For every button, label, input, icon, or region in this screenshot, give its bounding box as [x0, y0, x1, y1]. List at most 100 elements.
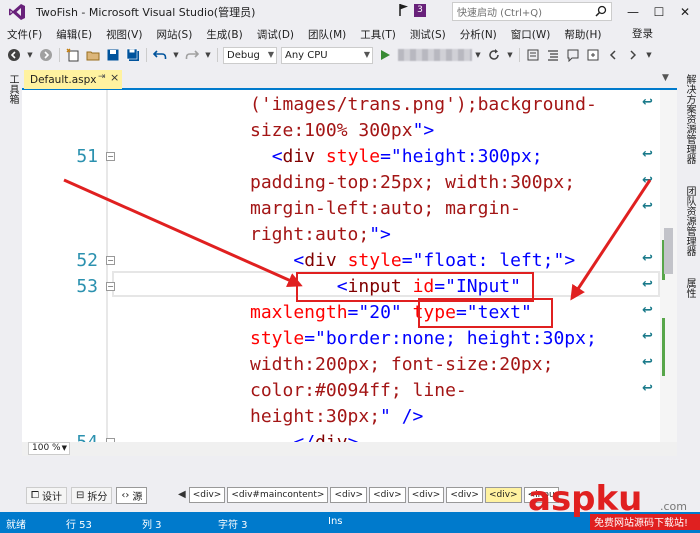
maximize-icon: ☐: [653, 5, 665, 19]
menu-help[interactable]: 帮助(H): [557, 27, 608, 42]
code-line[interactable]: width:200px; font-size:20px;: [250, 352, 553, 378]
source-view-button[interactable]: ‹› 源: [116, 486, 148, 504]
menu-view[interactable]: 视图(V): [99, 27, 149, 42]
comment-icon[interactable]: [565, 47, 581, 63]
chevron-down-icon[interactable]: ▼: [662, 73, 669, 83]
fold-toggle-icon[interactable]: −: [106, 282, 115, 291]
format-icon[interactable]: [545, 47, 561, 63]
menu-test[interactable]: 测试(S): [403, 27, 453, 42]
pin-icon[interactable]: ⇥: [98, 72, 106, 82]
tab-default-aspx[interactable]: Default.aspx ⇥ ×: [24, 70, 122, 89]
menu-edit[interactable]: 编辑(E): [49, 27, 99, 42]
code-line[interactable]: <div style="height:300px;: [250, 144, 543, 170]
undo-icon[interactable]: [152, 47, 168, 63]
breadcrumb-left-icon[interactable]: ◀: [178, 487, 186, 503]
code-line[interactable]: style="border:none; height:30px;: [250, 326, 597, 352]
team-explorer-tab[interactable]: 团队资源管理器: [682, 186, 697, 256]
quick-launch-placeholder: 快速启动 (Ctrl+Q): [457, 8, 543, 19]
menu-tools[interactable]: 工具(T): [353, 27, 403, 42]
svg-text:免费网站源码下载站!: 免费网站源码下载站!: [594, 516, 688, 529]
back-icon[interactable]: [6, 47, 22, 63]
code-line[interactable]: height:30px;" />: [250, 404, 423, 430]
breadcrumb-tag[interactable]: <div#maincontent>: [227, 487, 329, 503]
dropdown-arrow-icon[interactable]: ▼: [204, 47, 212, 63]
close-window-button[interactable]: ✕: [674, 2, 696, 22]
menu-window[interactable]: 窗口(W): [504, 27, 558, 42]
zoom-select[interactable]: 100 % ▼: [28, 442, 70, 455]
code-line[interactable]: color:#0094ff; line-: [250, 378, 467, 404]
toolbox-tab[interactable]: 工具箱: [5, 74, 20, 104]
open-folder-icon[interactable]: [85, 47, 101, 63]
menu-build[interactable]: 生成(B): [199, 27, 249, 42]
code-line[interactable]: ('images/trans.png');background-: [250, 92, 597, 118]
line-number: 54: [60, 430, 98, 442]
vertical-scrollbar[interactable]: [660, 90, 677, 442]
close-icon[interactable]: ×: [110, 71, 119, 84]
menu-file[interactable]: 文件(F): [0, 27, 49, 42]
solution-config-select[interactable]: Debug ▼: [223, 46, 277, 64]
notification-badge[interactable]: 3: [414, 3, 426, 17]
previous-bookmark-icon[interactable]: [605, 47, 621, 63]
window-title: TwoFish - Microsoft Visual Studio(管理员): [36, 6, 256, 19]
solution-platform-select[interactable]: Any CPU ▼: [281, 46, 373, 64]
redo-icon[interactable]: [184, 47, 200, 63]
notifications[interactable]: 3: [398, 3, 426, 17]
browser-target-redacted[interactable]: [398, 49, 472, 61]
breadcrumb-tag[interactable]: <div>: [188, 487, 226, 503]
code-line[interactable]: right:auto;">: [250, 222, 391, 248]
solution-explorer-tab[interactable]: 解决方案资源管理器: [682, 74, 697, 164]
next-bookmark-icon[interactable]: [625, 47, 641, 63]
code-line[interactable]: padding-top:25px; width:300px;: [250, 170, 575, 196]
breadcrumb-tag[interactable]: <div>: [330, 487, 368, 503]
dropdown-arrow-icon[interactable]: ▼: [474, 47, 482, 63]
code-editor[interactable]: ('images/trans.png');background- ↩ size:10…: [22, 90, 660, 442]
breadcrumb-tag[interactable]: <div>: [407, 487, 445, 503]
forward-icon[interactable]: [38, 47, 54, 63]
minimize-icon: —: [627, 5, 639, 19]
properties-tab[interactable]: 属性: [682, 278, 697, 298]
dropdown-arrow-icon[interactable]: ▼: [172, 47, 180, 63]
save-icon[interactable]: [105, 47, 121, 63]
menu-bar: 文件(F) 编辑(E) 视图(V) 网站(S) 生成(B) 调试(D) 团队(M…: [0, 24, 700, 44]
word-wrap-glyph-icon: ↩: [642, 199, 653, 214]
code-line[interactable]: </div>: [250, 430, 358, 442]
bookmark-icon[interactable]: [525, 47, 541, 63]
highlight-type-text: [418, 298, 553, 328]
dropdown-arrow-icon[interactable]: ▼: [645, 47, 653, 63]
save-all-icon[interactable]: [125, 47, 141, 63]
split-view-button[interactable]: ⊟ 拆分: [71, 486, 113, 504]
menu-website[interactable]: 网站(S): [149, 27, 199, 42]
scrollbar-thumb[interactable]: [664, 228, 673, 274]
dropdown-arrow-icon[interactable]: ▼: [26, 47, 34, 63]
quick-launch-input[interactable]: 快速启动 (Ctrl+Q): [452, 2, 612, 21]
code-line[interactable]: size:100% 300px">: [250, 118, 434, 144]
maximize-button[interactable]: ☐: [648, 2, 670, 22]
menu-team[interactable]: 团队(M): [301, 27, 353, 42]
insert-snippet-icon[interactable]: [585, 47, 601, 63]
login-link[interactable]: 登录: [632, 26, 653, 41]
solution-config-value: Debug: [227, 49, 260, 61]
word-wrap-glyph-icon: ↩: [642, 303, 653, 318]
chevron-down-icon: ▼: [61, 444, 67, 452]
start-debugging-icon[interactable]: [377, 47, 393, 63]
split-icon: ⊟: [76, 489, 85, 501]
fold-toggle-icon[interactable]: −: [106, 256, 115, 265]
design-view-button[interactable]: ⧠ 设计: [26, 486, 67, 504]
editor-margin: [106, 90, 108, 442]
source-label: 源: [132, 491, 143, 503]
toolbar-separator: [59, 48, 60, 62]
minimize-button[interactable]: —: [622, 2, 644, 22]
code-line[interactable]: <div style="float: left;">: [250, 248, 575, 274]
visual-studio-logo-icon: [6, 1, 28, 23]
menu-analyze[interactable]: 分析(N): [453, 27, 504, 42]
menu-debug[interactable]: 调试(D): [250, 27, 301, 42]
breadcrumb-tag-selected[interactable]: <div>: [484, 487, 522, 503]
dropdown-arrow-icon[interactable]: ▼: [506, 47, 514, 63]
flag-icon[interactable]: [398, 3, 410, 17]
new-project-icon[interactable]: [65, 47, 81, 63]
refresh-icon[interactable]: [486, 47, 502, 63]
breadcrumb-tag[interactable]: <div>: [369, 487, 406, 503]
fold-toggle-icon[interactable]: −: [106, 152, 115, 161]
code-line[interactable]: margin-left:auto; margin-: [250, 196, 521, 222]
breadcrumb-tag[interactable]: <div>: [446, 487, 483, 503]
